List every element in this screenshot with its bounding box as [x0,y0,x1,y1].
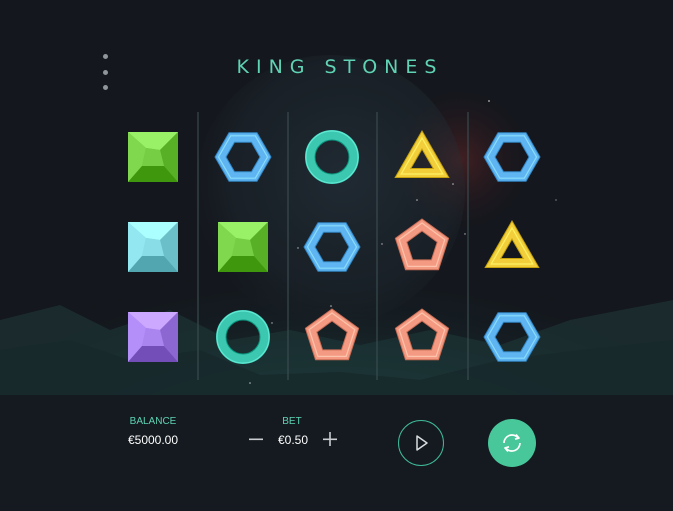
coral-pentagon-symbol [391,216,453,278]
teal-square-gem-icon [128,222,178,272]
coral-pentagon-icon [394,218,450,271]
reel-divider [287,112,289,380]
blue-hexagon-symbol [212,126,274,188]
balance-value: €5000.00 [127,433,179,447]
blue-hexagon-icon [303,222,361,272]
green-gem-symbol [122,126,184,188]
coral-pentagon-symbol [391,306,453,368]
coral-pentagon-icon [394,308,450,361]
yellow-triangle-symbol [481,216,543,278]
teal-square-gem-symbol [122,216,184,278]
spin-button[interactable] [488,419,536,467]
minus-icon [249,438,263,441]
blue-hexagon-symbol [481,306,543,368]
blue-hexagon-icon [483,312,541,362]
bet-increase-button[interactable] [320,429,340,449]
teal-ring-symbol [301,126,363,188]
play-icon [416,435,428,451]
coral-pentagon-icon [304,308,360,361]
yellow-triangle-symbol [391,126,453,188]
reel-divider [467,112,469,380]
green-gem-icon [218,222,268,272]
green-gem-symbol [212,216,274,278]
teal-ring-icon [305,130,359,184]
autoplay-button[interactable] [398,420,444,466]
yellow-triangle-icon [484,219,540,268]
blue-hexagon-symbol [481,126,543,188]
reel-divider [376,112,378,380]
coral-pentagon-symbol [301,306,363,368]
bet-value: €0.50 [277,433,309,447]
teal-ring-icon [216,310,270,364]
green-gem-icon [128,132,178,182]
bet-label: BET [282,416,302,427]
spin-arrows-icon [503,433,521,453]
menu-dots-icon [102,85,108,90]
blue-hexagon-symbol [301,216,363,278]
yellow-triangle-icon [394,129,450,178]
blue-hexagon-icon [214,132,272,182]
reel-divider [197,112,199,380]
bet-decrease-button[interactable] [246,429,266,449]
plus-icon [323,432,337,446]
blue-hexagon-icon [483,132,541,182]
teal-ring-symbol [212,306,274,368]
game-title: KING STONES [236,56,444,78]
purple-gem-icon [128,312,178,362]
purple-gem-symbol [122,306,184,368]
balance-label: BALANCE [129,416,177,427]
